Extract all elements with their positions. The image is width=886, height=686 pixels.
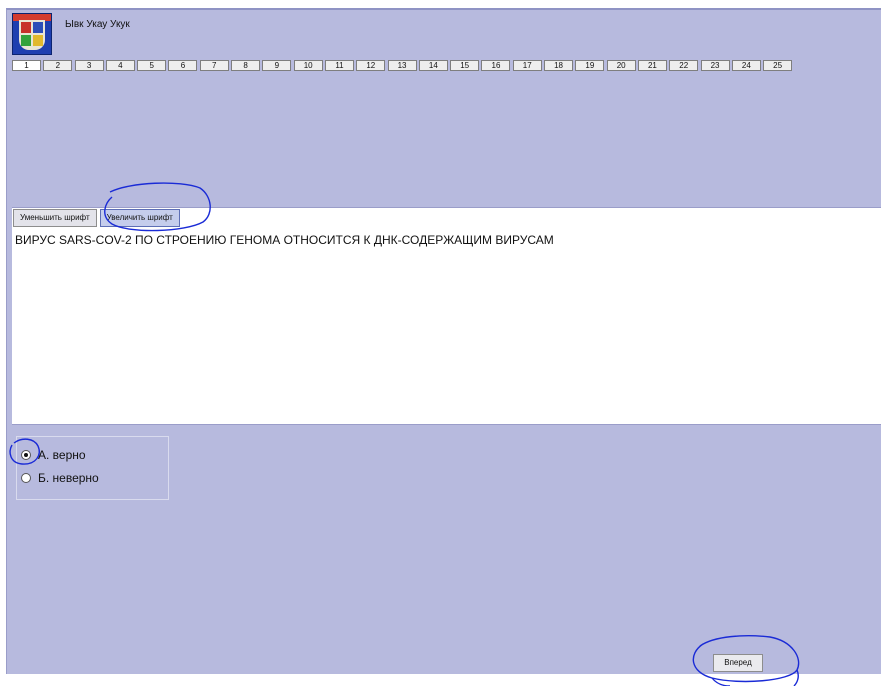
decrease-font-button[interactable]: Уменьшить шрифт — [13, 209, 97, 227]
question-button-24[interactable]: 24 — [731, 60, 761, 71]
test-window: Ывк Укау Укук 1 2 3 4 5 6 7 8 9 10 11 12… — [6, 8, 881, 674]
question-button-4[interactable]: 4 — [105, 60, 135, 71]
question-button-9[interactable]: 9 — [262, 60, 292, 71]
app-title: Ывк Укау Укук — [65, 19, 130, 30]
radio-unselected-icon[interactable] — [21, 473, 31, 483]
question-button-8[interactable]: 8 — [231, 60, 261, 71]
question-button-16[interactable]: 16 — [481, 60, 511, 71]
answer-label-a: А. верно — [38, 448, 86, 462]
question-button-12[interactable]: 12 — [356, 60, 386, 71]
question-button-1[interactable]: 1 — [12, 60, 41, 71]
question-button-15[interactable]: 15 — [450, 60, 480, 71]
question-button-18[interactable]: 18 — [544, 60, 574, 71]
question-button-22[interactable]: 22 — [669, 60, 699, 71]
question-panel: ВИРУС SARS-COV-2 ПО СТРОЕНИЮ ГЕНОМА ОТНО… — [12, 207, 881, 425]
font-size-controls: Уменьшить шрифт Увеличить шрифт — [13, 209, 180, 227]
question-button-25[interactable]: 25 — [763, 60, 793, 71]
radio-selected-icon[interactable] — [21, 450, 31, 460]
question-button-3[interactable]: 3 — [74, 60, 104, 71]
question-button-17[interactable]: 17 — [512, 60, 542, 71]
answer-option-a[interactable]: А. верно — [21, 448, 86, 462]
coat-of-arms-icon — [12, 13, 52, 55]
question-button-20[interactable]: 20 — [606, 60, 636, 71]
question-button-6[interactable]: 6 — [168, 60, 198, 71]
question-button-5[interactable]: 5 — [137, 60, 167, 71]
question-button-11[interactable]: 11 — [324, 60, 354, 71]
answer-group: А. верно Б. неверно — [16, 436, 169, 500]
question-button-14[interactable]: 14 — [418, 60, 448, 71]
increase-font-button[interactable]: Увеличить шрифт — [99, 209, 180, 227]
question-text: ВИРУС SARS-COV-2 ПО СТРОЕНИЮ ГЕНОМА ОТНО… — [15, 233, 554, 247]
question-button-10[interactable]: 10 — [293, 60, 323, 71]
question-button-21[interactable]: 21 — [637, 60, 667, 71]
question-button-19[interactable]: 19 — [575, 60, 605, 71]
question-button-7[interactable]: 7 — [199, 60, 229, 71]
answer-option-b[interactable]: Б. неверно — [21, 471, 99, 485]
question-button-13[interactable]: 13 — [387, 60, 417, 71]
question-button-23[interactable]: 23 — [700, 60, 730, 71]
next-button[interactable]: Вперед — [713, 654, 763, 672]
question-button-2[interactable]: 2 — [43, 60, 73, 71]
question-navigation: 1 2 3 4 5 6 7 8 9 10 11 12 13 14 15 16 1… — [12, 60, 794, 72]
answer-label-b: Б. неверно — [38, 471, 99, 485]
